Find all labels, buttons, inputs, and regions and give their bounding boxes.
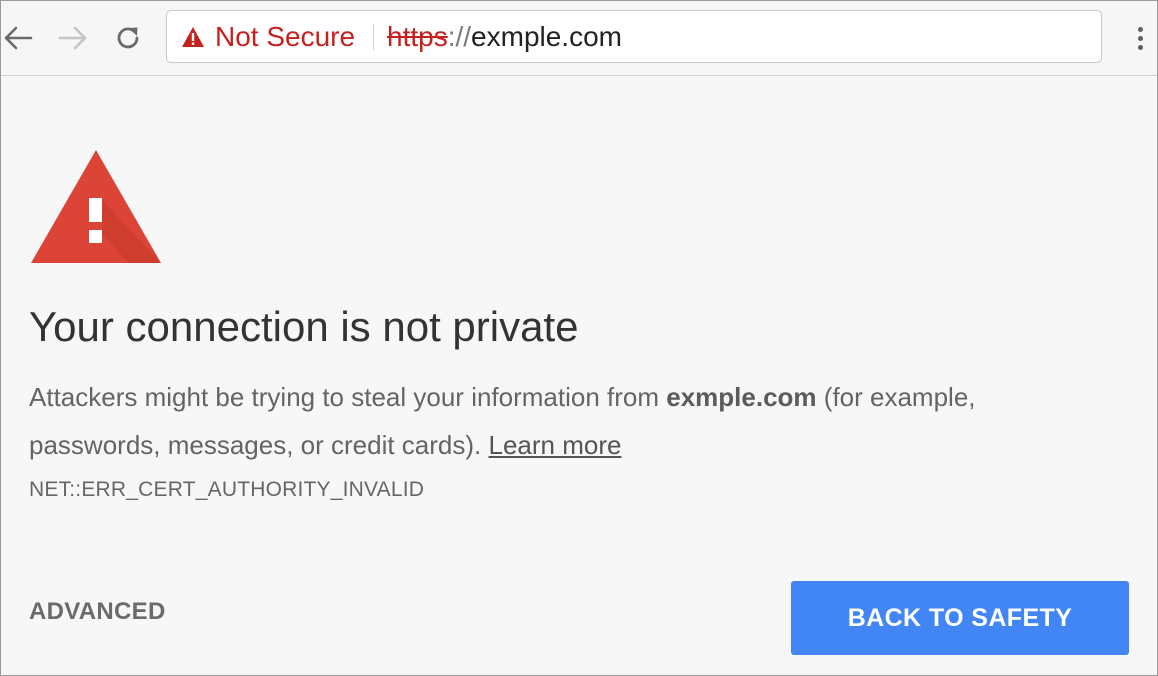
- omnibox-separator: [373, 24, 374, 50]
- security-indicator[interactable]: Not Secure: [181, 11, 355, 62]
- url-text[interactable]: https://exmple.com: [387, 11, 622, 62]
- arrow-right-icon: [58, 26, 87, 50]
- browser-toolbar: Not Secure https://exmple.com: [1, 1, 1157, 76]
- url-scheme: https: [387, 20, 448, 52]
- vertical-dots-icon: [1137, 26, 1143, 32]
- url-separator: ://: [447, 20, 472, 52]
- reload-icon: [117, 27, 139, 49]
- advanced-button[interactable]: ADVANCED: [29, 598, 166, 626]
- explanation-text: Attackers might be trying to steal your …: [29, 373, 1089, 469]
- learn-more-link[interactable]: Learn more: [489, 430, 622, 460]
- back-to-safety-button[interactable]: BACK TO SAFETY: [791, 581, 1129, 655]
- browser-menu-button[interactable]: [1127, 21, 1153, 55]
- menu-dot: [1137, 44, 1143, 50]
- url-host: exmple.com: [471, 20, 622, 52]
- explanation-prefix: Attackers might be trying to steal your …: [29, 382, 667, 412]
- page-title: Your connection is not private: [29, 303, 579, 350]
- browser-window: Not Secure https://exmple.com Your conne…: [0, 0, 1158, 676]
- security-label: Not Secure: [215, 20, 356, 52]
- reload-button[interactable]: [111, 21, 145, 55]
- warning-triangle-icon: [31, 150, 161, 263]
- warning-triangle-icon: [182, 26, 204, 47]
- address-bar[interactable]: Not Secure https://exmple.com: [166, 10, 1102, 63]
- menu-dot: [1137, 35, 1143, 41]
- forward-button[interactable]: [56, 21, 90, 55]
- back-button[interactable]: [1, 21, 35, 55]
- error-code: NET::ERR_CERT_AUTHORITY_INVALID: [29, 478, 425, 501]
- site-host: exmple.com: [666, 382, 817, 412]
- arrow-left-icon: [4, 26, 33, 50]
